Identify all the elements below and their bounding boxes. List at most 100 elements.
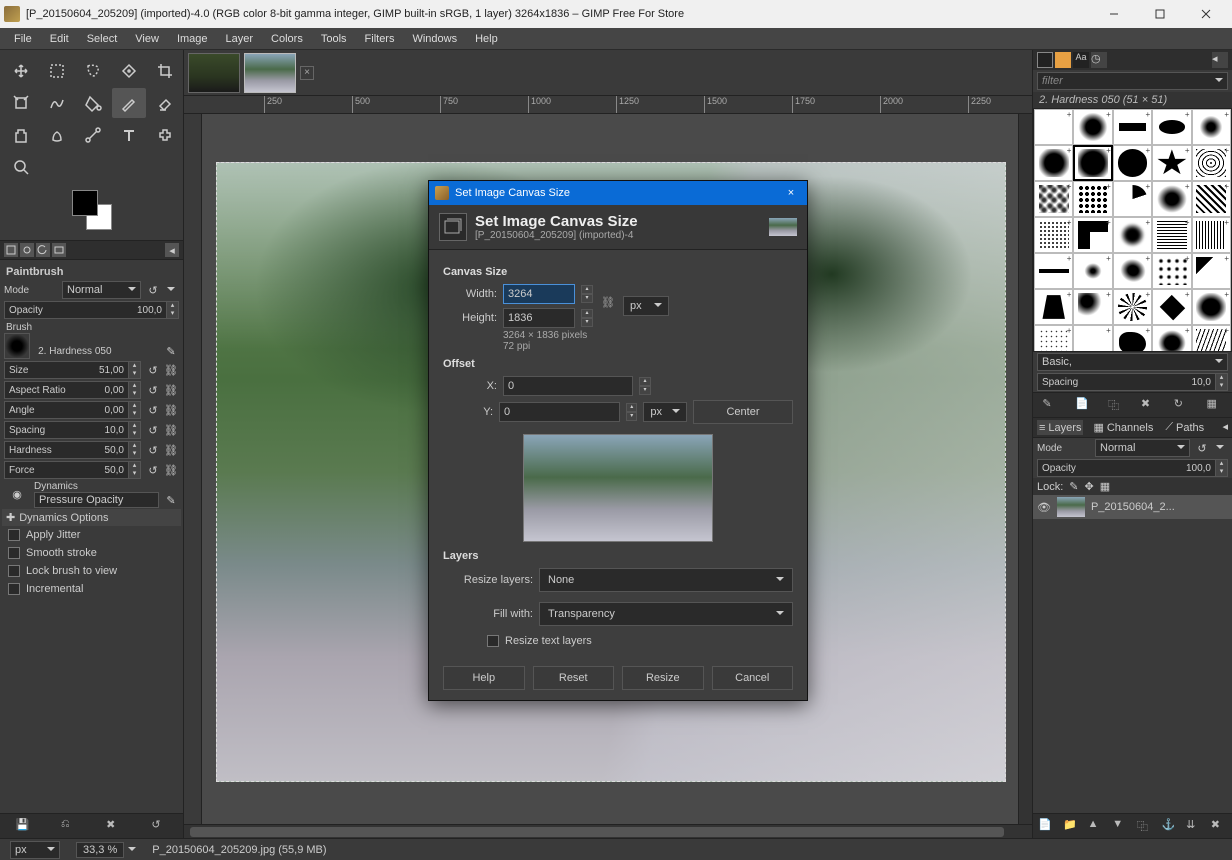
chain-link-icon[interactable]: ⛓ [599, 282, 617, 322]
menu-edit[interactable]: Edit [42, 31, 77, 47]
move-tool[interactable] [4, 56, 38, 86]
brush-cell[interactable]: + [1152, 289, 1191, 325]
height-input[interactable]: 1836 [503, 308, 575, 328]
menu-windows[interactable]: Windows [404, 31, 465, 47]
brush-cell[interactable]: + [1073, 145, 1112, 181]
y-spinner[interactable]: ▴▾ [626, 403, 637, 421]
tab-channels[interactable]: ▦Channels [1091, 420, 1155, 435]
layer-mode-dropdown[interactable]: Normal [1095, 439, 1190, 457]
brush-cell[interactable]: + [1192, 325, 1231, 352]
resize-button[interactable]: Resize [622, 666, 704, 690]
brush-cell[interactable]: + [1113, 325, 1152, 352]
lock-pixels-icon[interactable]: ✎ [1069, 480, 1078, 493]
transform-tool[interactable] [4, 88, 38, 118]
brush-cell[interactable]: + [1034, 325, 1073, 352]
layer-row[interactable]: 👁 P_20150604_2... [1033, 495, 1232, 519]
menu-tools[interactable]: Tools [313, 31, 355, 47]
brush-cell[interactable]: + [1113, 181, 1152, 217]
layer-name[interactable]: P_20150604_2... [1091, 501, 1175, 513]
layer-mode-menu-icon[interactable] [1212, 440, 1228, 456]
width-input[interactable]: 3264 [503, 284, 575, 304]
smooth-stroke-checkbox[interactable] [8, 547, 20, 559]
menu-image[interactable]: Image [169, 31, 216, 47]
brush-cell[interactable]: + [1113, 217, 1152, 253]
size-field[interactable]: Size51,00▴▾ [4, 361, 141, 379]
size-unit-dropdown[interactable]: px [623, 296, 669, 316]
tab-paths[interactable]: ⟋Paths [1163, 420, 1206, 435]
smudge-tool[interactable] [40, 120, 74, 150]
brush-cell[interactable]: + [1034, 289, 1073, 325]
y-input[interactable]: 0 [499, 402, 620, 422]
heal-tool[interactable] [148, 120, 182, 150]
save-options-icon[interactable]: 💾 [16, 818, 32, 834]
angle-link-icon[interactable]: ⛓ [163, 402, 179, 418]
image-tab-2[interactable] [244, 53, 296, 93]
zoom-tool[interactable] [4, 152, 38, 182]
size-link-icon[interactable]: ⛓ [163, 362, 179, 378]
close-button[interactable] [1184, 0, 1228, 28]
tool-options-tab[interactable] [4, 243, 18, 257]
paintbrush-tool[interactable] [112, 88, 146, 118]
close-tab-icon[interactable]: × [300, 66, 314, 80]
menu-colors[interactable]: Colors [263, 31, 311, 47]
brush-cell[interactable]: + [1034, 109, 1073, 145]
offset-unit-dropdown[interactable]: px [643, 402, 687, 422]
open-as-image-icon[interactable]: ▦ [1207, 397, 1223, 413]
menu-layer[interactable]: Layer [218, 31, 262, 47]
zoom-dropdown-icon[interactable] [128, 844, 136, 856]
width-spinner[interactable]: ▴▾ [581, 285, 593, 303]
device-status-tab[interactable] [20, 243, 34, 257]
history-tab-icon[interactable]: ◷ [1091, 52, 1107, 68]
cancel-button[interactable]: Cancel [712, 666, 794, 690]
menu-file[interactable]: File [6, 31, 40, 47]
menu-view[interactable]: View [127, 31, 167, 47]
dialog-close-button[interactable]: × [781, 187, 801, 199]
brush-cell[interactable]: + [1152, 217, 1191, 253]
x-input[interactable]: 0 [503, 376, 633, 396]
warp-tool[interactable] [40, 88, 74, 118]
center-button[interactable]: Center [693, 400, 793, 424]
height-spinner[interactable]: ▴▾ [581, 309, 593, 327]
layers-menu-icon[interactable]: ◂ [1222, 420, 1228, 435]
spacing-reset-icon[interactable]: ↺ [145, 422, 161, 438]
angle-reset-icon[interactable]: ↺ [145, 402, 161, 418]
brush-cell[interactable]: + [1152, 325, 1191, 352]
help-button[interactable]: Help [443, 666, 525, 690]
force-reset-icon[interactable]: ↺ [145, 462, 161, 478]
brush-filter-input[interactable]: filter [1037, 72, 1228, 90]
angle-field[interactable]: Angle0,00▴▾ [4, 401, 141, 419]
brush-cell[interactable]: + [1192, 253, 1231, 289]
new-brush-icon[interactable]: 📄 [1075, 397, 1091, 413]
mode-menu-icon[interactable] [163, 282, 179, 298]
lock-position-icon[interactable]: ✥ [1085, 480, 1094, 493]
brush-edit-icon[interactable]: ✎ [163, 343, 179, 359]
aspect-link-icon[interactable]: ⛓ [163, 382, 179, 398]
merge-down-icon[interactable]: ⇊ [1186, 818, 1202, 834]
layer-visibility-icon[interactable]: 👁 [1037, 501, 1051, 514]
tab-layers[interactable]: ≡Layers [1037, 420, 1083, 435]
brush-cell[interactable]: + [1034, 217, 1073, 253]
scrollbar-horizontal[interactable] [184, 824, 1032, 838]
lower-layer-icon[interactable]: ▼ [1112, 818, 1128, 834]
dynamics-edit-icon[interactable]: ✎ [163, 492, 179, 508]
opacity-slider[interactable]: Opacity100,0▴▾ [4, 301, 179, 319]
force-link-icon[interactable]: ⛓ [163, 462, 179, 478]
mode-reset-icon[interactable]: ↺ [145, 282, 161, 298]
edit-brush-icon[interactable]: ✎ [1042, 397, 1058, 413]
anchor-layer-icon[interactable]: ⚓ [1161, 818, 1177, 834]
brush-cell[interactable]: + [1073, 217, 1112, 253]
brush-cell[interactable]: + [1073, 109, 1112, 145]
menu-help[interactable]: Help [467, 31, 506, 47]
aspect-field[interactable]: Aspect Ratio0,00▴▾ [4, 381, 141, 399]
spacing-link-icon[interactable]: ⛓ [163, 422, 179, 438]
force-field[interactable]: Force50,0▴▾ [4, 461, 141, 479]
dynamics-icon[interactable]: ◉ [4, 481, 30, 507]
clone-tool[interactable] [4, 120, 38, 150]
duplicate-brush-icon[interactable]: ⿻ [1108, 397, 1124, 413]
brush-preview-icon[interactable] [4, 333, 30, 359]
fonts-tab-icon[interactable]: Aa [1073, 52, 1089, 68]
brush-cell[interactable]: + [1034, 253, 1073, 289]
brush-cell[interactable]: + [1152, 181, 1191, 217]
reset-options-icon[interactable]: ↺ [151, 818, 167, 834]
brush-cell[interactable]: + [1152, 145, 1191, 181]
